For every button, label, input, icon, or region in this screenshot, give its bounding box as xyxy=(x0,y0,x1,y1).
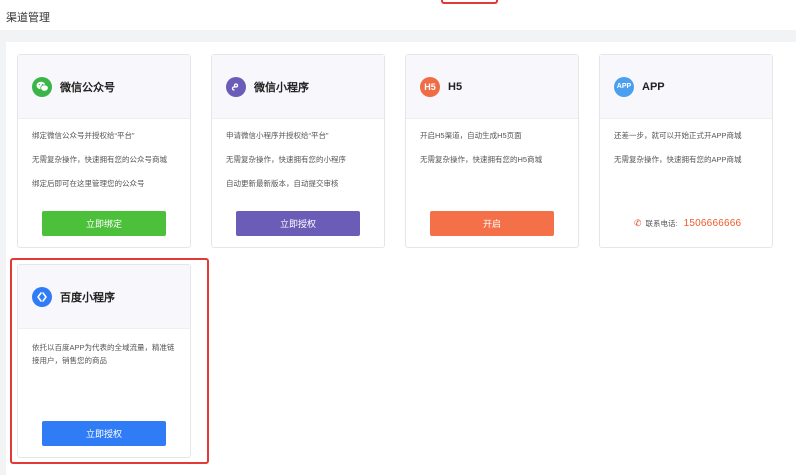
card-header: 微信小程序 xyxy=(212,55,384,119)
bind-now-button[interactable]: 立即绑定 xyxy=(42,211,166,236)
card-description-line: 无需复杂操作，快速拥有您的H5商城 xyxy=(420,155,543,164)
authorize-now-button[interactable]: 立即授权 xyxy=(236,211,360,236)
card-header: 微信公众号 xyxy=(18,55,190,119)
top-highlight-marker xyxy=(441,0,498,4)
phone-icon: ✆ xyxy=(634,218,642,228)
card-header: APP APP xyxy=(600,55,772,119)
card-body: 绑定微信公众号并授权给“平台” 无需复杂操作，快速拥有您的公众号商城 绑定后即可… xyxy=(18,119,190,203)
enable-button[interactable]: 开启 xyxy=(430,211,554,236)
card-title: APP xyxy=(642,80,665,93)
channel-card-app: APP APP 还差一步，就可以开始正式开APP商城 无需复杂操作，快速拥有您的… xyxy=(599,54,773,248)
channel-card-wechat-official: 微信公众号 绑定微信公众号并授权给“平台” 无需复杂操作，快速拥有您的公众号商城… xyxy=(17,54,191,248)
card-body: 开启H5渠道，自动生成H5页面 无需复杂操作，快速拥有您的H5商城 xyxy=(406,119,578,179)
card-title: H5 xyxy=(448,80,463,93)
card-header: H5 H5 xyxy=(406,55,578,119)
card-title: 微信小程序 xyxy=(254,81,309,94)
mini-program-icon xyxy=(226,76,246,97)
channel-card-wechat-mini: 微信小程序 申请微信小程序并授权给“平台” 无需复杂操作，快速拥有您的小程序 自… xyxy=(211,54,385,248)
page-header: 渠道管理 xyxy=(0,0,796,30)
card-description-line: 无需复杂操作，快速拥有您的小程序 xyxy=(226,155,346,164)
card-body: 还差一步，就可以开始正式开APP商城 无需复杂操作，快速拥有您的APP商城 xyxy=(600,119,772,179)
page-title: 渠道管理 xyxy=(6,12,50,24)
card-description-line: 申请微信小程序并授权给“平台” xyxy=(226,131,329,140)
contact-phone: 1506666666 xyxy=(683,218,742,229)
card-description-line: 无需复杂操作，快速拥有您的公众号商城 xyxy=(32,155,167,164)
contact-label: 联系电话: xyxy=(645,219,678,228)
card-description-line: 无需复杂操作，快速拥有您的APP商城 xyxy=(614,155,742,164)
card-title: 微信公众号 xyxy=(60,81,115,94)
contact-info: ✆ 联系电话: 1506666666 xyxy=(634,218,741,229)
wechat-icon xyxy=(32,76,52,97)
card-description-line: 还差一步，就可以开始正式开APP商城 xyxy=(614,131,742,140)
channel-card-h5: H5 H5 开启H5渠道，自动生成H5页面 无需复杂操作，快速拥有您的H5商城 … xyxy=(405,54,579,248)
card-description-line: 绑定后即可在这里管理您的公众号 xyxy=(32,179,145,188)
card-description-line: 自动更新最新版本，自动提交审核 xyxy=(226,179,339,188)
card-description-line: 开启H5渠道，自动生成H5页面 xyxy=(420,131,522,140)
highlight-box xyxy=(10,258,209,464)
h5-icon: H5 xyxy=(420,76,440,97)
card-description-line: 绑定微信公众号并授权给“平台” xyxy=(32,131,135,140)
app-icon: APP xyxy=(614,76,634,97)
card-body: 申请微信小程序并授权给“平台” 无需复杂操作，快速拥有您的小程序 自动更新最新版… xyxy=(212,119,384,203)
